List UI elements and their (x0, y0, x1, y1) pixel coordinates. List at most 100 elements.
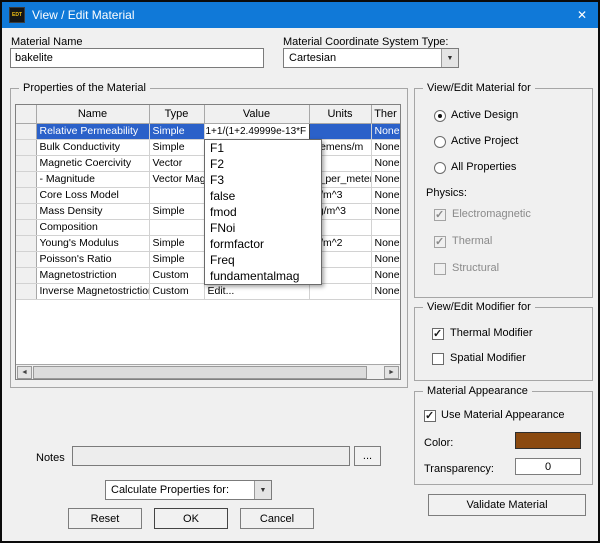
cell-name[interactable]: Magnetostriction (36, 267, 150, 284)
cell-name[interactable]: Magnetic Coercivity (36, 155, 150, 172)
scrollbar-thumb[interactable] (33, 366, 367, 379)
color-swatch-button[interactable] (515, 432, 581, 449)
reset-button[interactable]: Reset (68, 508, 142, 529)
row-selector[interactable] (16, 187, 37, 204)
cell-name[interactable]: Mass Density (36, 203, 150, 220)
cell-thermal[interactable]: None (371, 155, 400, 172)
row-selector[interactable] (16, 235, 37, 252)
row-selector[interactable] (16, 139, 37, 156)
material-name-input[interactable]: bakelite (10, 48, 264, 68)
cell-thermal[interactable]: None (371, 171, 400, 188)
row-selector[interactable] (16, 267, 37, 284)
calculate-properties-dropdown[interactable]: Calculate Properties for: ▼ (105, 480, 272, 500)
cell-type[interactable]: Vector (149, 155, 205, 172)
row-selector[interactable] (16, 123, 37, 140)
cell-name[interactable]: Inverse Magnetostriction (36, 283, 150, 300)
cell-type[interactable] (149, 187, 205, 204)
row-selector[interactable] (16, 155, 37, 172)
row-selector[interactable] (16, 283, 37, 300)
checkbox-use-material-appearance-label[interactable]: Use Material Appearance (441, 409, 565, 422)
notes-browse-button[interactable]: ... (354, 446, 381, 466)
cell-type[interactable]: Simple (149, 123, 205, 140)
autocomplete-item[interactable]: F3 (205, 172, 321, 188)
cell-name[interactable]: Poisson's Ratio (36, 251, 150, 268)
radio-active-design-label[interactable]: Active Design (451, 109, 518, 122)
cell-thermal[interactable]: None (371, 203, 400, 220)
cell-units[interactable] (309, 283, 372, 300)
cell-thermal[interactable]: None (371, 283, 400, 300)
notes-input[interactable] (72, 446, 350, 466)
cell-type[interactable] (149, 219, 205, 236)
transparency-button[interactable]: 0 (515, 458, 581, 475)
checkbox-spatial-modifier[interactable] (432, 353, 444, 365)
table-row[interactable]: Inverse Magnetostriction Custom Edit... … (16, 283, 400, 300)
color-label: Color: (424, 437, 454, 449)
physics-label: Physics: (426, 187, 467, 199)
cell-type[interactable]: Vector Mag (149, 171, 205, 188)
cell-name[interactable]: Composition (36, 219, 150, 236)
checkbox-thermal-modifier[interactable] (432, 327, 444, 340)
cell-name[interactable]: - Magnitude (36, 171, 150, 188)
checkbox-spatial-modifier-label[interactable]: Spatial Modifier (450, 352, 526, 365)
radio-all-properties-label[interactable]: All Properties (451, 161, 516, 174)
group-view-edit-modifier: View/Edit Modifier for (414, 301, 593, 381)
cell-name[interactable]: Bulk Conductivity (36, 139, 150, 156)
cell-thermal[interactable]: None (371, 235, 400, 252)
autocomplete-item[interactable]: F1 (205, 140, 321, 156)
view-edit-material-dialog: EDT View / Edit Material ✕ Material Name… (2, 2, 598, 541)
group-view-edit-modifier-label: View/Edit Modifier for (423, 301, 535, 313)
horizontal-scrollbar[interactable]: ◄ ► (16, 364, 400, 379)
autocomplete-item[interactable]: Freq (205, 252, 321, 268)
title-bar[interactable]: EDT View / Edit Material ✕ (2, 2, 598, 28)
radio-all-properties[interactable] (434, 162, 446, 174)
value-edit-cell[interactable]: 1+1/(1+2.49999e-13*F (203, 122, 310, 140)
radio-active-project[interactable] (434, 136, 446, 148)
cell-thermal[interactable]: None (371, 251, 400, 268)
ok-button[interactable]: OK (154, 508, 228, 529)
autocomplete-item[interactable]: FNoi (205, 220, 321, 236)
cell-name[interactable]: Core Loss Model (36, 187, 150, 204)
col-header-name[interactable]: Name (36, 105, 150, 124)
scroll-right-icon[interactable]: ► (384, 366, 399, 379)
radio-active-design[interactable] (434, 110, 446, 122)
autocomplete-item[interactable]: fmod (205, 204, 321, 220)
cancel-button[interactable]: Cancel (240, 508, 314, 529)
cell-type[interactable]: Simple (149, 235, 205, 252)
cell-thermal[interactable]: None (371, 187, 400, 204)
autocomplete-item[interactable]: formfactor (205, 236, 321, 252)
cell-value[interactable]: Edit... (204, 283, 310, 300)
cell-thermal[interactable]: None (371, 267, 400, 284)
table-row[interactable]: Relative Permeability Simple 1+1/(1+2.49… (16, 122, 400, 140)
cell-name[interactable]: Relative Permeability (36, 123, 150, 140)
close-icon[interactable]: ✕ (566, 2, 598, 28)
scroll-left-icon[interactable]: ◄ (17, 366, 32, 379)
row-selector[interactable] (16, 219, 37, 236)
chevron-down-icon[interactable]: ▼ (441, 49, 458, 67)
checkbox-thermal-modifier-label[interactable]: Thermal Modifier (450, 327, 533, 340)
cell-type[interactable]: Custom (149, 283, 205, 300)
autocomplete-item[interactable]: false (205, 188, 321, 204)
autocomplete-item[interactable]: fundamentalmag (205, 268, 321, 284)
cell-units[interactable] (309, 123, 372, 140)
autocomplete-item[interactable]: F2 (205, 156, 321, 172)
radio-active-project-label[interactable]: Active Project (451, 135, 518, 148)
cell-thermal[interactable] (371, 219, 400, 236)
cell-type[interactable]: Simple (149, 139, 205, 156)
col-header-value[interactable]: Value (204, 105, 310, 124)
cell-thermal[interactable]: None (371, 139, 400, 156)
chevron-down-icon[interactable]: ▼ (254, 481, 271, 499)
col-header-thermal[interactable]: Ther (371, 105, 400, 124)
checkbox-use-material-appearance[interactable] (424, 409, 436, 422)
cell-type[interactable]: Custom (149, 267, 205, 284)
coord-system-dropdown[interactable]: Cartesian ▼ (283, 48, 459, 68)
validate-material-button[interactable]: Validate Material (428, 494, 586, 516)
row-selector[interactable] (16, 251, 37, 268)
cell-type[interactable]: Simple (149, 251, 205, 268)
cell-name[interactable]: Young's Modulus (36, 235, 150, 252)
cell-type[interactable]: Simple (149, 203, 205, 220)
cell-thermal[interactable]: None (371, 123, 400, 140)
col-header-type[interactable]: Type (149, 105, 205, 124)
row-selector[interactable] (16, 171, 37, 188)
row-selector[interactable] (16, 203, 37, 220)
col-header-units[interactable]: Units (309, 105, 372, 124)
